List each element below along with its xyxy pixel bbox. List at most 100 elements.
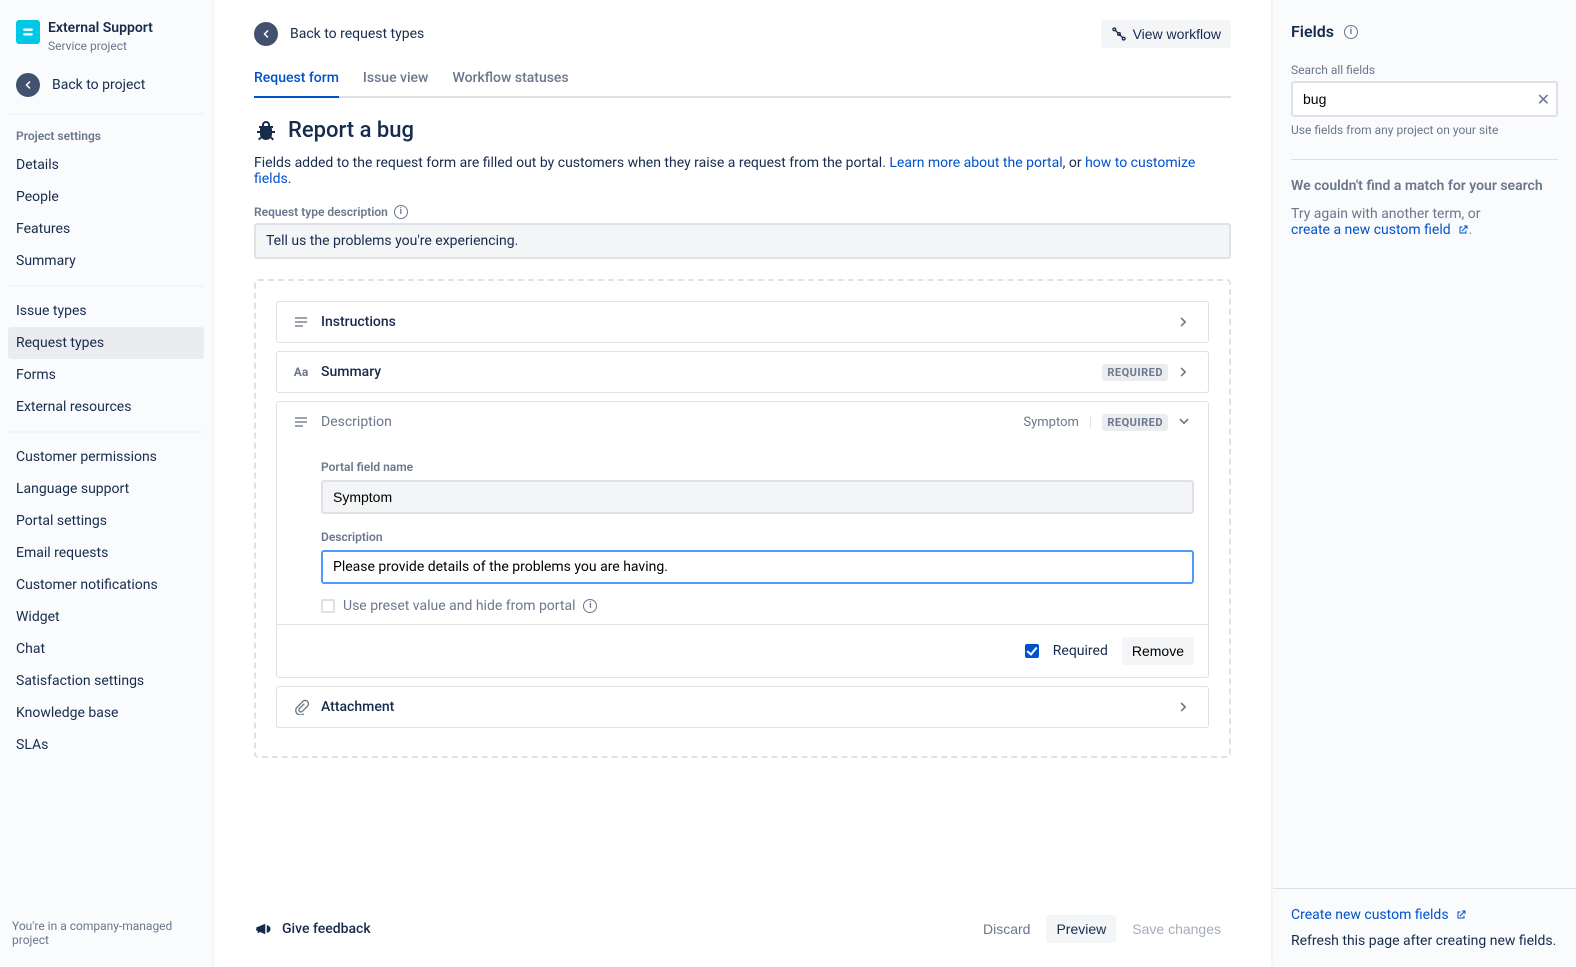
back-to-project-link[interactable]: Back to project [8,65,204,105]
sidebar-footer-note: You're in a company-managed project [0,913,212,967]
save-changes-button[interactable]: Save changes [1122,915,1231,943]
give-feedback-button[interactable]: Give feedback [254,920,371,938]
field-card-attachment[interactable]: Attachment [276,686,1209,728]
description-header[interactable]: Description Symptom | REQUIRED [277,402,1208,442]
megaphone-icon [254,920,272,938]
project-settings-sidebar: External Support Service project Back to… [0,0,214,967]
hide-from-portal-label: Use preset value and hide from portal [343,598,575,614]
required-checkbox[interactable] [1025,644,1039,658]
refresh-hint: Refresh this page after creating new fie… [1291,933,1558,949]
preview-button[interactable]: Preview [1046,915,1116,943]
help-text-end: . [288,171,292,187]
no-match-message: We couldn't find a match for your search [1291,178,1558,194]
clear-search-icon[interactable]: ✕ [1537,81,1550,117]
chevron-right-icon [1174,697,1194,717]
symptom-meta: Symptom [1023,415,1079,430]
project-header: External Support Service project [8,16,204,65]
search-hint: Use fields from any project on your site [1291,123,1558,137]
create-custom-field-link[interactable]: create a new custom field [1291,222,1469,238]
fields-panel-title: Fields [1291,22,1334,41]
field-card-instructions[interactable]: Instructions [276,301,1209,343]
main-tabs: Request form Issue view Workflow statuses [254,70,1231,98]
learn-portal-link[interactable]: Learn more about the portal [889,155,1062,171]
back-arrow-icon [16,73,40,97]
info-icon[interactable]: i [394,205,408,219]
sidebar-item-email-requests[interactable]: Email requests [8,537,204,569]
discard-button[interactable]: Discard [973,915,1040,943]
sidebar-item-features[interactable]: Features [8,213,204,245]
chevron-right-icon [1174,312,1194,332]
required-badge: REQUIRED [1102,414,1168,431]
sidebar-item-portal-settings[interactable]: Portal settings [8,505,204,537]
tab-request-form[interactable]: Request form [254,70,339,98]
info-icon[interactable]: i [1344,25,1358,39]
try-again-end: . [1469,222,1473,238]
search-fields-input[interactable] [1291,81,1558,117]
external-link-icon [1455,909,1467,921]
sidebar-item-chat[interactable]: Chat [8,633,204,665]
description-input-label: Description [321,530,1194,544]
bug-icon [254,119,278,143]
hide-from-portal-checkbox[interactable] [321,599,335,613]
sidebar-item-issue-types[interactable]: Issue types [8,295,204,327]
info-icon[interactable]: i [583,599,597,613]
required-checkbox-label: Required [1053,643,1108,659]
back-arrow-icon [254,22,278,46]
form-fields-dropzone: Instructions Aa Summary REQUIRED [254,279,1231,758]
give-feedback-label: Give feedback [282,921,371,937]
sidebar-item-details[interactable]: Details [8,149,204,181]
sidebar-item-summary[interactable]: Summary [8,245,204,277]
sidebar-item-customer-permissions[interactable]: Customer permissions [8,441,204,473]
sidebar-divider [8,285,204,287]
request-type-desc-input[interactable] [254,223,1231,259]
paragraph-icon [291,314,311,330]
project-settings-heading: Project settings [8,123,204,149]
required-badge: REQUIRED [1102,364,1168,381]
instructions-title: Instructions [321,314,1168,330]
sidebar-item-request-types[interactable]: Request types [8,327,204,359]
sidebar-item-widget[interactable]: Widget [8,601,204,633]
sidebar-item-people[interactable]: People [8,181,204,213]
view-workflow-button[interactable]: View workflow [1101,20,1231,48]
sidebar-item-knowledge-base[interactable]: Knowledge base [8,697,204,729]
help-text-mid: , or [1063,155,1085,171]
sidebar-divider [8,113,204,115]
view-workflow-label: View workflow [1133,26,1221,42]
request-type-desc-label: Request type description i [254,205,1231,219]
tab-issue-view[interactable]: Issue view [363,70,429,98]
description-title: Description [321,414,1023,430]
try-again-prefix: Try again with another term, or [1291,206,1480,222]
portal-field-name-label: Portal field name [321,460,1194,474]
chevron-right-icon [1174,362,1194,382]
try-again-text: Try again with another term, or create a… [1291,206,1558,238]
sidebar-item-customer-notifications[interactable]: Customer notifications [8,569,204,601]
portal-field-name-input[interactable] [321,480,1194,514]
main-content: Back to request types View workflow Requ… [214,0,1271,967]
sidebar-item-forms[interactable]: Forms [8,359,204,391]
project-type-label: Service project [48,39,153,53]
back-to-project-label: Back to project [52,77,145,93]
remove-field-button[interactable]: Remove [1122,637,1194,665]
create-custom-field-label: create a new custom field [1291,222,1451,238]
tab-workflow-statuses[interactable]: Workflow statuses [452,70,568,98]
fields-panel: Fields i Search all fields ✕ Use fields … [1271,0,1576,967]
back-to-request-types-link[interactable]: Back to request types [254,22,424,46]
create-new-custom-fields-link[interactable]: Create new custom fields [1291,907,1467,923]
create-new-custom-fields-label: Create new custom fields [1291,907,1449,923]
help-text-prefix: Fields added to the request form are fil… [254,155,889,171]
sidebar-item-slas[interactable]: SLAs [8,729,204,761]
help-text: Fields added to the request form are fil… [254,155,1231,187]
field-card-description: Description Symptom | REQUIRED Portal fi… [276,401,1209,678]
description-input[interactable] [321,550,1194,584]
sidebar-item-language-support[interactable]: Language support [8,473,204,505]
external-link-icon [1457,224,1469,236]
text-icon: Aa [291,365,311,379]
sidebar-item-external-resources[interactable]: External resources [8,391,204,423]
fields-panel-divider [1291,159,1558,160]
summary-title: Summary [321,364,1102,380]
project-title: External Support [48,20,153,37]
request-type-desc-label-text: Request type description [254,205,388,219]
sidebar-item-satisfaction-settings[interactable]: Satisfaction settings [8,665,204,697]
field-card-summary[interactable]: Aa Summary REQUIRED [276,351,1209,393]
project-avatar [16,20,40,44]
